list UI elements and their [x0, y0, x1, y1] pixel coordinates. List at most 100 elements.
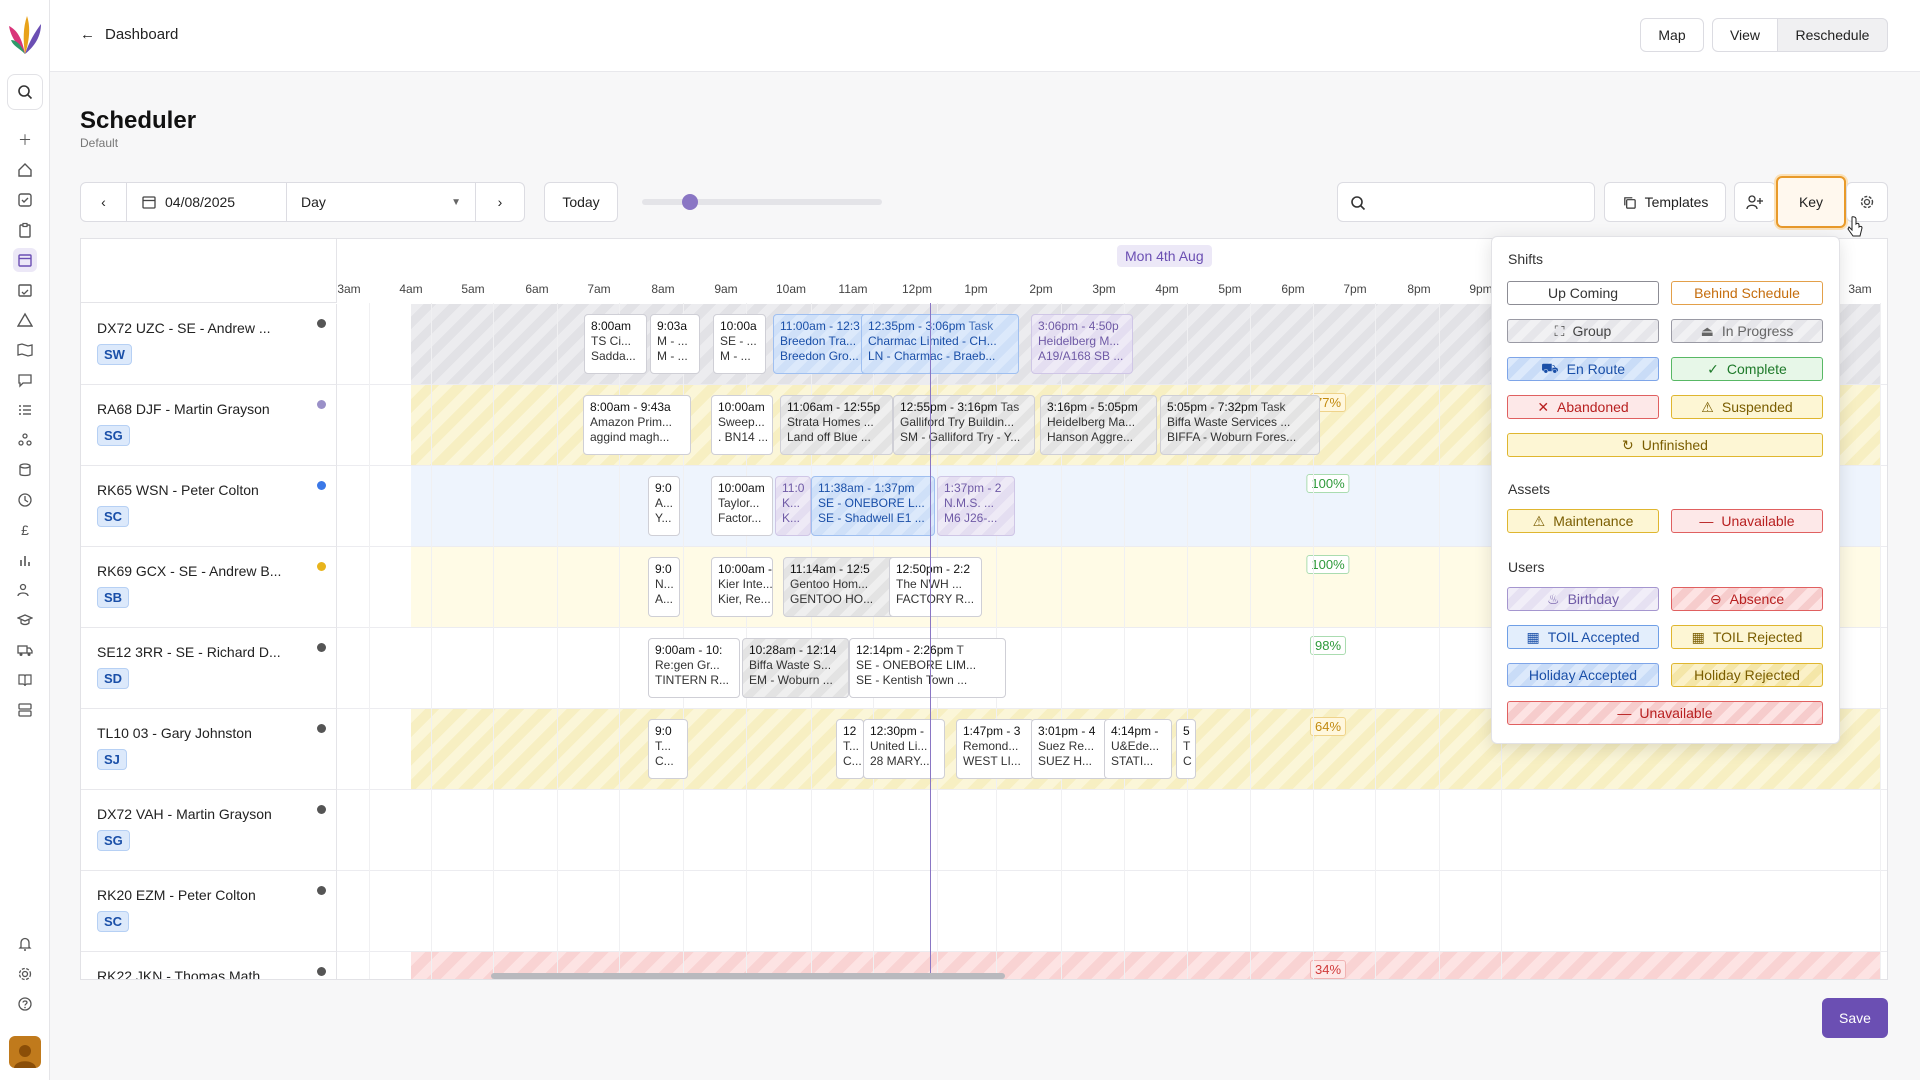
map-button[interactable]: Map [1640, 18, 1704, 52]
grid-line [431, 303, 432, 979]
database-icon[interactable] [13, 458, 37, 482]
today-button[interactable]: Today [544, 182, 618, 222]
hour-label: 1pm [964, 282, 988, 296]
list-check-icon[interactable] [13, 398, 37, 422]
resource-row[interactable]: DX72 VAH - Martin Grayson SG [81, 790, 337, 871]
bell-icon[interactable] [13, 932, 37, 956]
bar-chart-icon[interactable] [13, 548, 37, 572]
hour-label: 7pm [1343, 282, 1367, 296]
resource-initials-badge: SG [97, 425, 130, 446]
shift-card[interactable]: 11:38am - 1:37pm SE - ONEBORE L... SE - Sh… [811, 476, 935, 536]
shift-card[interactable]: 12:35pm - 3:06pm Task Charmac Limited - C… [861, 314, 1019, 374]
status-dot [317, 805, 326, 814]
reschedule-button[interactable]: Reschedule [1777, 18, 1888, 52]
shift-card[interactable]: 3:06pm - 4:50p Heidelberg M... A19/A168 SB… [1031, 314, 1133, 374]
date-picker[interactable]: 04/08/2025 [126, 182, 287, 222]
shift-card[interactable]: 11:00am - 12:3 Breedon Tra... Breedon Gro.… [773, 314, 871, 374]
settings-icon[interactable] [13, 962, 37, 986]
calendar-check-icon[interactable] [13, 278, 37, 302]
shift-customer: A... [655, 496, 674, 510]
graduation-cap-icon[interactable] [13, 608, 37, 632]
status-dot [317, 724, 326, 733]
shift-card[interactable]: 12:14pm - 2:26pm T SE - ONEBORE LIM... SE … [849, 638, 1006, 698]
alert-triangle-icon[interactable] [13, 308, 37, 332]
shift-card[interactable]: 1:47pm - 3 Remond... WEST LI... [956, 719, 1034, 779]
server-icon[interactable] [13, 698, 37, 722]
shift-card[interactable]: 10:28am - 12:14 Biffa Waste S... EM - Wobu… [742, 638, 849, 698]
clipboard-icon[interactable] [13, 218, 37, 242]
resource-row[interactable]: RA68 DJF - Martin Grayson SG [81, 385, 337, 466]
shift-card[interactable]: 11:0 K... K... [775, 476, 811, 536]
zoom-slider-track[interactable] [642, 199, 882, 205]
shift-card[interactable]: 11:14am - 12:5 Gentoo Hom... GENTOO HO... [783, 557, 896, 617]
shift-card[interactable]: 12 T... C... [836, 719, 864, 779]
shift-card[interactable]: 9:0 A... Y... [648, 476, 680, 536]
shift-card[interactable]: 10:00a SE - ... M - ... [713, 314, 766, 374]
resource-row[interactable]: RK69 GCX - SE - Andrew B... SB [81, 547, 337, 628]
key-shifts-title: Shifts [1508, 251, 1544, 267]
shift-location: EM - Woburn ... [749, 673, 833, 687]
home-icon[interactable] [13, 158, 37, 182]
shift-card[interactable]: 1:37pm - 2 N.M.S. ... M6 J26-... [937, 476, 1015, 536]
user-avatar[interactable] [9, 1036, 41, 1068]
resource-row[interactable]: DX72 UZC - SE - Andrew ... SW [81, 304, 337, 385]
shift-card[interactable]: 10:00am Taylor... Factor... [711, 476, 773, 536]
app-logo-icon[interactable] [7, 14, 43, 58]
view-button[interactable]: View [1712, 18, 1778, 52]
shift-card[interactable]: 4:14pm - U&Ede... STATI... [1104, 719, 1172, 779]
rail-search-button[interactable] [7, 74, 43, 110]
templates-button[interactable]: Templates [1604, 182, 1726, 222]
horizontal-scrollbar[interactable] [491, 973, 1005, 979]
message-icon[interactable] [13, 368, 37, 392]
clock-icon[interactable] [13, 488, 37, 512]
search-field[interactable] [1337, 182, 1595, 222]
truck-icon[interactable] [13, 638, 37, 662]
resource-row[interactable]: SE12 3RR - SE - Richard D... SD [81, 628, 337, 709]
map-icon[interactable] [13, 338, 37, 362]
previous-day-button[interactable]: ‹ [80, 182, 127, 222]
resource-row[interactable]: TL10 03 - Gary Johnston SJ [81, 709, 337, 790]
search-input[interactable] [1374, 191, 1584, 213]
shift-card[interactable]: 9:03a M - ... M - ... [650, 314, 700, 374]
pound-icon[interactable]: £ [13, 518, 37, 542]
shift-customer: Kier Inte... [718, 577, 773, 591]
view-mode-select[interactable]: Day ▼ [286, 182, 476, 222]
add-user-button[interactable] [1734, 182, 1776, 222]
help-icon[interactable] [13, 992, 37, 1016]
shift-card[interactable]: 5:05pm - 7:32pm Task Biffa Waste Services… [1160, 395, 1320, 455]
check-square-icon[interactable] [13, 188, 37, 212]
shift-customer: Charmac Limited - CH... [868, 334, 997, 348]
resource-row[interactable]: RK22 JKN - Thomas Math... [81, 952, 337, 979]
save-button[interactable]: Save [1822, 998, 1888, 1038]
calendar-icon[interactable] [13, 248, 37, 272]
shift-customer: SE - ONEBORE L... [818, 496, 925, 510]
shift-card[interactable]: 9:00am - 10: Re:gen Gr... TINTERN R... [648, 638, 740, 698]
back-to-dashboard-link[interactable]: ← Dashboard [80, 26, 178, 43]
resource-row[interactable]: RK65 WSN - Peter Colton SC [81, 466, 337, 547]
shift-card[interactable]: 8:00am - 9:43a Amazon Prim... aggind magh.… [583, 395, 691, 455]
shift-card[interactable]: 9:0 N... A... [648, 557, 680, 617]
shift-card[interactable]: 8:00am TS Ci... Sadda... [584, 314, 647, 374]
shift-location: BIFFA - Woburn Fores... [1167, 430, 1297, 444]
key-button[interactable]: Key [1776, 176, 1846, 228]
plus-icon[interactable]: ＋ [13, 128, 37, 152]
book-icon[interactable] [13, 668, 37, 692]
shift-card[interactable]: 12:55pm - 3:16pm Tas Galliford Try Buildi… [893, 395, 1035, 455]
next-day-button[interactable]: › [475, 182, 525, 222]
shift-card[interactable]: 5TC [1176, 719, 1196, 779]
shift-card[interactable]: 12:50pm - 2:2 The NWH ... FACTORY R... [889, 557, 982, 617]
key-group: ⛶ Group [1507, 319, 1659, 343]
shift-card[interactable]: 10:00am - Kier Inte... Kier, Re... [711, 557, 773, 617]
shift-card[interactable]: 11:06am - 12:55p Strata Homes ... Land off… [780, 395, 893, 455]
shift-card[interactable]: 9:0 T... C... [648, 719, 688, 779]
shift-card[interactable]: 12:30pm - United Li... 28 MARY... [863, 719, 945, 779]
shift-card[interactable]: 10:00am Sweep.... BN14 ... [711, 395, 773, 455]
row-timeline-area[interactable] [337, 871, 1887, 952]
zoom-slider-handle[interactable] [682, 194, 698, 210]
row-timeline-area[interactable] [337, 790, 1887, 871]
resource-row[interactable]: RK20 EZM - Peter Colton SC [81, 871, 337, 952]
network-icon[interactable] [13, 428, 37, 452]
users-icon[interactable] [13, 578, 37, 602]
shift-card[interactable]: 3:16pm - 5:05pm Heidelberg Ma... Hanson Ag… [1040, 395, 1157, 455]
shift-card[interactable]: 3:01pm - 4 Suez Re... SUEZ H... [1031, 719, 1109, 779]
